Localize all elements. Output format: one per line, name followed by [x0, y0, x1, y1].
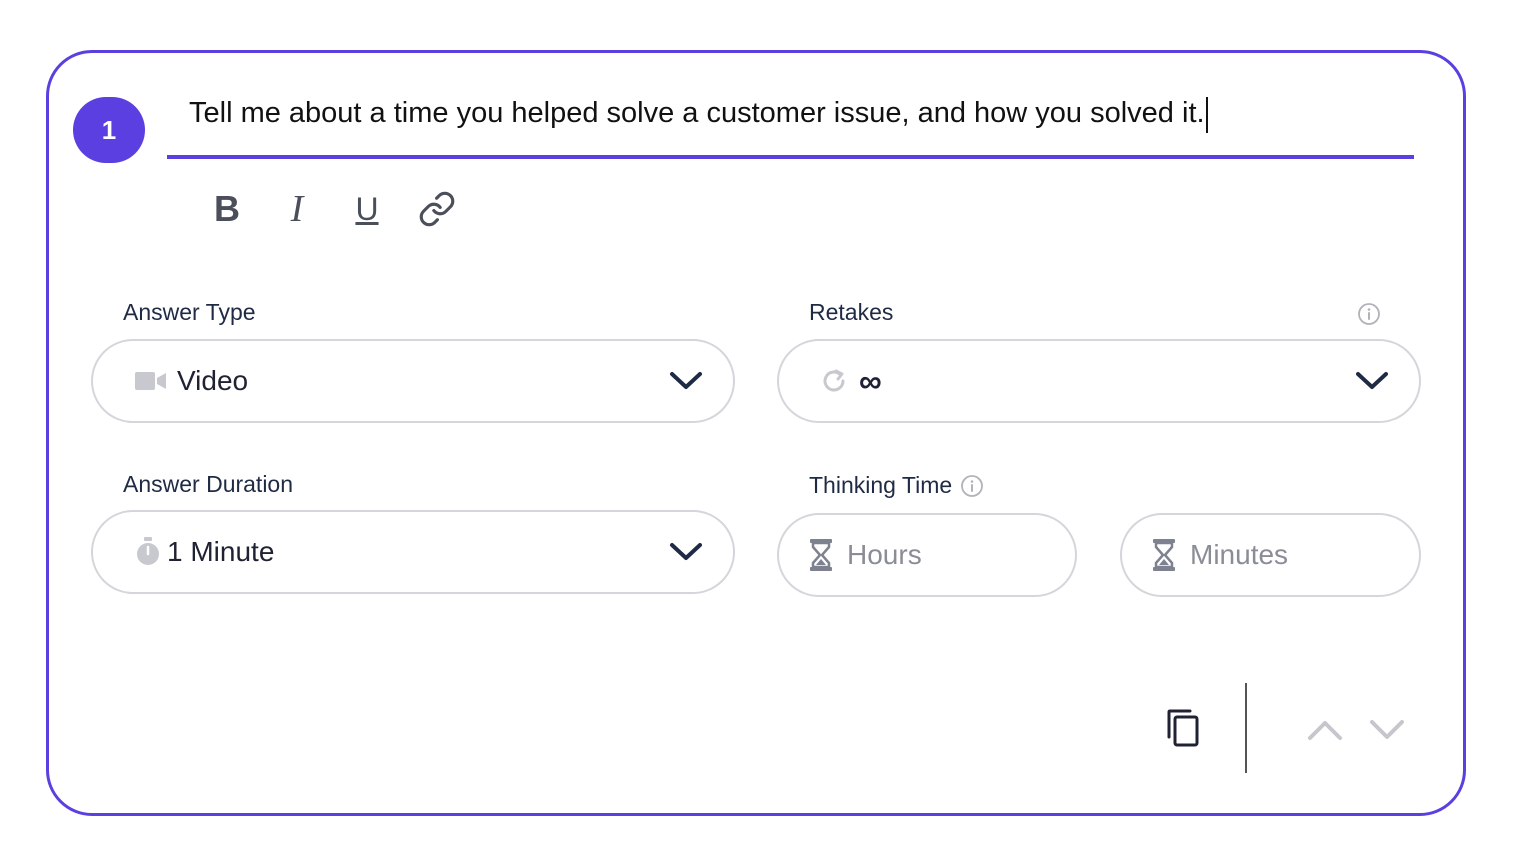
link-icon	[419, 191, 455, 227]
question-text: Tell me about a time you helped solve a …	[189, 97, 1205, 129]
answer-duration-select[interactable]: 1 Minute	[91, 510, 735, 594]
answer-duration-value: 1 Minute	[167, 536, 275, 567]
stopwatch-icon	[137, 537, 159, 565]
retakes-label: Retakes	[809, 299, 894, 325]
answer-type-label: Answer Type	[123, 299, 256, 325]
info-icon[interactable]	[960, 474, 984, 498]
move-down-icon[interactable]	[1369, 719, 1405, 741]
retry-icon	[823, 369, 845, 392]
minutes-placeholder: Minutes	[1190, 539, 1289, 570]
move-up-icon[interactable]	[1307, 719, 1343, 741]
thinking-hours-input[interactable]: Hours	[777, 513, 1077, 597]
answer-type-value: Video	[177, 365, 249, 396]
thinking-time-label-group: Thinking Time	[809, 472, 984, 499]
question-text-input[interactable]: Tell me about a time you helped solve a …	[167, 93, 1414, 159]
chevron-down-icon	[670, 543, 702, 560]
footer-divider	[1245, 683, 1247, 773]
retakes-value: ∞	[859, 362, 882, 399]
text-caret	[1205, 97, 1208, 133]
info-icon[interactable]	[1357, 302, 1381, 326]
bold-button[interactable]: B	[207, 185, 247, 233]
hours-placeholder: Hours	[847, 539, 922, 570]
retakes-select[interactable]: ∞	[777, 339, 1421, 423]
underline-button[interactable]: U	[347, 185, 387, 233]
thinking-time-label: Thinking Time	[809, 472, 953, 498]
bold-icon: B	[214, 188, 240, 229]
question-card: 1 Tell me about a time you helped solve …	[46, 50, 1466, 816]
chevron-down-icon	[1356, 372, 1388, 389]
copy-icon[interactable]	[1166, 709, 1200, 747]
thinking-minutes-input[interactable]: Minutes	[1120, 513, 1421, 597]
italic-icon: I	[290, 188, 304, 230]
hourglass-icon	[810, 539, 832, 571]
underline-icon: U	[355, 190, 379, 227]
formatting-toolbar: B I U	[207, 185, 457, 233]
answer-duration-label: Answer Duration	[123, 471, 294, 497]
answer-type-select[interactable]: Video	[91, 339, 735, 423]
question-number-badge: 1	[73, 97, 145, 163]
italic-button[interactable]: I	[277, 185, 317, 233]
hourglass-icon	[1153, 539, 1175, 571]
link-button[interactable]	[417, 185, 457, 233]
chevron-down-icon	[670, 372, 702, 389]
video-camera-icon	[135, 372, 166, 390]
question-number: 1	[101, 114, 117, 145]
